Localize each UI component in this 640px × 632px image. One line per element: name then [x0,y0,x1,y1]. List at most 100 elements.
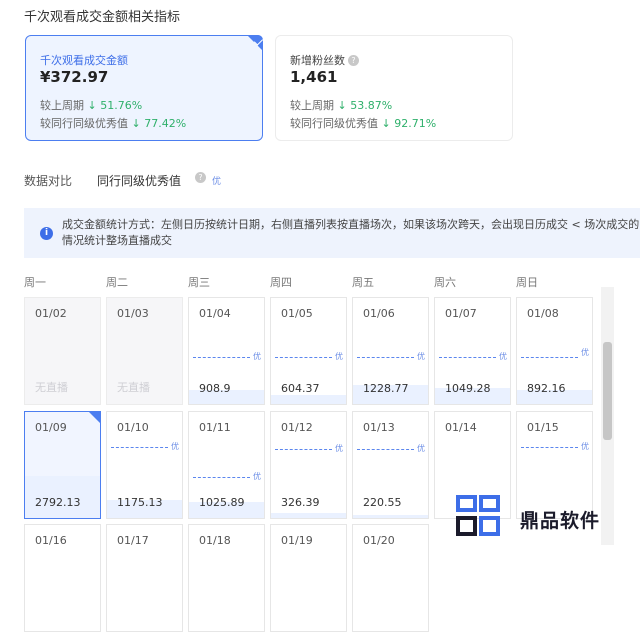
metric-card-gmv-per-thousand-views[interactable]: 千次观看成交金额 ¥372.97 较上周期 ↓ 51.76% 较同行同级优秀值 … [25,35,263,141]
metric-peer-value: ↓ 92.71% [381,117,437,130]
calendar-day-cell[interactable]: 01/03 无直播 [106,297,183,405]
day-value: 604.37 [281,382,320,395]
weekday-label: 周六 [434,276,456,289]
day-value: 2792.13 [35,496,81,509]
calendar-day-cell[interactable]: 优 01/08 892.16 [516,297,593,405]
metric-peer-row: 较同行同级优秀值 ↓ 92.71% [290,115,436,131]
metric-prev-label: 较上周期 [290,99,334,112]
metric-value: 1,461 [290,68,338,86]
compare-option-peer-benchmark[interactable]: 同行同级优秀值 [97,172,181,189]
metric-label: 新增粉丝数 [290,54,345,67]
selected-check-icon [247,35,263,51]
day-value: 220.55 [363,496,402,509]
weekday-label: 周四 [270,276,292,289]
benchmark-line [111,447,168,448]
benchmark-tag: 优 [417,444,425,453]
notice-text: 成交金额统计方式：左侧日历按统计日期，右侧直播列表按直播场次，如果该场次跨天，会… [62,218,640,247]
compare-label: 数据对比 [24,174,73,188]
calendar-day-cell[interactable]: 优 01/12 326.39 [270,411,347,519]
benchmark-tag: 优 [171,442,179,451]
day-value-bar [271,513,346,518]
metric-prev-value: ↓ 51.76% [87,99,143,112]
day-date: 01/08 [527,307,559,320]
metric-label: 千次观看成交金额 [40,54,128,67]
benchmark-tag: 优 [212,177,222,187]
help-icon[interactable]: ? [195,172,206,183]
metric-card-new-followers[interactable]: 新增粉丝数? 1,461 较上周期 ↓ 53.87% 较同行同级优秀值 ↓ 92… [275,35,513,141]
benchmark-line [521,447,578,448]
calendar-day-cell[interactable]: 优 01/10 1175.13 [106,411,183,519]
day-date: 01/14 [445,421,477,434]
watermark-logo-icon [456,495,500,536]
day-date: 01/04 [199,307,231,320]
benchmark-tag: 优 [581,348,589,357]
day-date: 01/05 [281,307,313,320]
day-date: 01/09 [35,421,67,434]
calendar-day-cell[interactable]: 优 01/07 1049.28 [434,297,511,405]
weekday-label: 周一 [24,276,46,289]
benchmark-line [193,477,250,478]
metric-prev-row: 较上周期 ↓ 53.87% [290,97,392,113]
benchmark-line [357,357,414,358]
benchmark-tag: 优 [253,352,261,361]
day-value: 326.39 [281,496,320,509]
calendar-day-cell[interactable]: 01/09 2792.13 [24,411,101,519]
calendar-day-cell[interactable]: 优 01/11 1025.89 [188,411,265,519]
metric-peer-value: ↓ 77.42% [131,117,187,130]
benchmark-tag: 优 [581,442,589,451]
watermark: 鼎品软件 [455,492,640,542]
day-value: 1049.28 [445,382,491,395]
benchmark-line [521,357,578,358]
weekday-label: 周二 [106,276,128,289]
day-date: 01/07 [445,307,477,320]
calendar-day-cell[interactable]: 优 01/13 220.55 [352,411,429,519]
selected-check-icon [88,412,100,424]
metric-peer-label: 较同行同级优秀值 [290,117,378,130]
watermark-text: 鼎品软件 [520,510,601,532]
weekday-label: 周五 [352,276,374,289]
benchmark-tag: 优 [335,444,343,453]
scrollbar-thumb[interactable] [603,342,612,440]
day-date: 01/18 [199,534,231,547]
calendar-day-cell[interactable]: 01/18 [188,524,265,632]
metric-prev-row: 较上周期 ↓ 51.76% [40,97,142,113]
day-date: 01/16 [35,534,67,547]
calendar-day-cell[interactable]: 01/20 [352,524,429,632]
day-date: 01/10 [117,421,149,434]
calendar-day-cell[interactable]: 01/16 [24,524,101,632]
day-value: 908.9 [199,382,231,395]
metric-label-row: 新增粉丝数? [290,52,359,68]
day-date: 01/06 [363,307,395,320]
day-value: 1175.13 [117,496,163,509]
day-date: 01/02 [35,307,67,320]
day-value-bar [271,395,346,404]
benchmark-tag: 优 [335,352,343,361]
benchmark-tag: 优 [417,352,425,361]
benchmark-tag: 优 [253,472,261,481]
info-notice: i 成交金额统计方式：左侧日历按统计日期，右侧直播列表按直播场次，如果该场次跨天… [24,208,640,258]
day-value: 1228.77 [363,382,409,395]
no-live-label: 无直播 [117,381,150,394]
calendar-day-cell[interactable]: 01/17 [106,524,183,632]
day-value: 1025.89 [199,496,245,509]
page-title: 千次观看成交金额相关指标 [24,10,181,25]
metric-value: ¥372.97 [40,68,109,86]
no-live-label: 无直播 [35,381,68,394]
day-date: 01/15 [527,421,559,434]
help-icon[interactable]: ? [348,55,359,66]
calendar-day-cell[interactable]: 01/02 无直播 [24,297,101,405]
calendar-day-cell[interactable]: 01/19 [270,524,347,632]
benchmark-line [439,357,496,358]
benchmark-line [275,449,332,450]
day-date: 01/12 [281,421,313,434]
day-date: 01/17 [117,534,149,547]
calendar-day-cell[interactable]: 优 01/05 604.37 [270,297,347,405]
day-value: 892.16 [527,382,566,395]
metric-prev-label: 较上周期 [40,99,84,112]
weekday-label: 周三 [188,276,210,289]
calendar-day-cell[interactable]: 优 01/04 908.9 [188,297,265,405]
weekday-label: 周日 [516,276,538,289]
info-icon: i [40,227,53,240]
benchmark-line [193,357,250,358]
calendar-day-cell[interactable]: 优 01/06 1228.77 [352,297,429,405]
